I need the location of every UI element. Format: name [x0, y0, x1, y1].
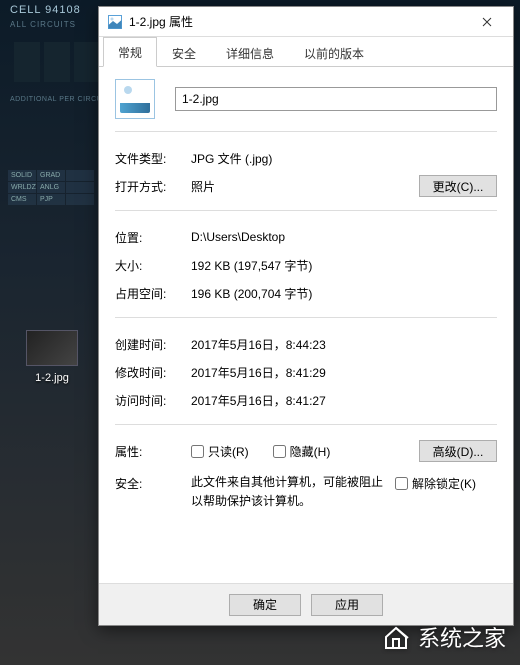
ok-button[interactable]: 确定 [229, 594, 301, 616]
value-openwith: 照片 [191, 178, 419, 195]
label-attributes: 属性: [115, 443, 191, 460]
checkbox-readonly-label: 只读(R) [208, 443, 249, 460]
tab-bar: 常规 安全 详细信息 以前的版本 [99, 37, 513, 67]
label-created: 创建时间: [115, 336, 191, 353]
desktop-file-label: 1-2.jpg [22, 372, 82, 384]
security-text: 此文件来自其他计算机，可能被阻止以帮助保护该计算机。 [191, 473, 391, 511]
value-accessed: 2017年5月16日，8:41:27 [191, 392, 497, 409]
label-accessed: 访问时间: [115, 392, 191, 409]
divider [115, 131, 497, 132]
bg-circuits-label: ALL CIRCUITS [10, 20, 76, 29]
tab-security[interactable]: 安全 [157, 38, 211, 67]
checkbox-readonly-input[interactable] [191, 445, 204, 458]
value-created: 2017年5月16日，8:44:23 [191, 336, 497, 353]
divider [115, 210, 497, 211]
value-modified: 2017年5月16日，8:41:29 [191, 364, 497, 381]
tab-general[interactable]: 常规 [103, 37, 157, 67]
tab-details[interactable]: 详细信息 [211, 38, 289, 67]
close-icon [482, 17, 492, 27]
file-type-icon [115, 79, 155, 119]
bg-param-grid: SOLID GRAD WRLDZ ANLG CMS PJP [8, 170, 94, 205]
watermark-text: 系统之家 [418, 621, 506, 653]
close-button[interactable] [469, 7, 505, 36]
properties-dialog: 1-2.jpg 属性 常规 安全 详细信息 以前的版本 文件类型: JPG 文件… [98, 6, 514, 626]
desktop-file-icon[interactable]: 1-2.jpg [22, 330, 82, 384]
divider [115, 424, 497, 425]
checkbox-unblock-input[interactable] [395, 477, 408, 490]
checkbox-hidden[interactable]: 隐藏(H) [273, 443, 331, 460]
house-icon [382, 624, 410, 650]
checkbox-readonly[interactable]: 只读(R) [191, 443, 249, 460]
advanced-button[interactable]: 高级(D)... [419, 440, 497, 462]
checkbox-hidden-label: 隐藏(H) [290, 443, 331, 460]
titlebar-file-icon [107, 14, 123, 30]
tab-previous-versions[interactable]: 以前的版本 [289, 38, 379, 67]
label-location: 位置: [115, 229, 191, 246]
apply-button[interactable]: 应用 [311, 594, 383, 616]
value-location: D:\Users\Desktop [191, 230, 497, 244]
label-openwith: 打开方式: [115, 178, 191, 195]
value-filetype: JPG 文件 (.jpg) [191, 150, 497, 167]
titlebar[interactable]: 1-2.jpg 属性 [99, 7, 513, 37]
change-button[interactable]: 更改(C)... [419, 175, 497, 197]
label-security: 安全: [115, 473, 191, 492]
divider [115, 317, 497, 318]
label-sizeondisk: 占用空间: [115, 285, 191, 302]
thumbnail-image [26, 330, 78, 366]
dialog-footer: 确定 应用 [99, 583, 513, 625]
label-filetype: 文件类型: [115, 150, 191, 167]
label-modified: 修改时间: [115, 364, 191, 381]
checkbox-unblock[interactable]: 解除锁定(K) [395, 475, 476, 492]
checkbox-unblock-label: 解除锁定(K) [412, 475, 476, 492]
value-size: 192 KB (197,547 字节) [191, 257, 497, 274]
dialog-title: 1-2.jpg 属性 [129, 13, 193, 30]
label-size: 大小: [115, 257, 191, 274]
dialog-content: 文件类型: JPG 文件 (.jpg) 打开方式: 照片 更改(C)... 位置… [99, 67, 513, 583]
value-sizeondisk: 196 KB (200,704 字节) [191, 285, 497, 302]
checkbox-hidden-input[interactable] [273, 445, 286, 458]
bg-squares [14, 42, 100, 82]
watermark: 系统之家 [382, 621, 506, 653]
filename-input[interactable] [175, 87, 497, 111]
bg-cell-label: CELL 94108 [10, 4, 81, 16]
